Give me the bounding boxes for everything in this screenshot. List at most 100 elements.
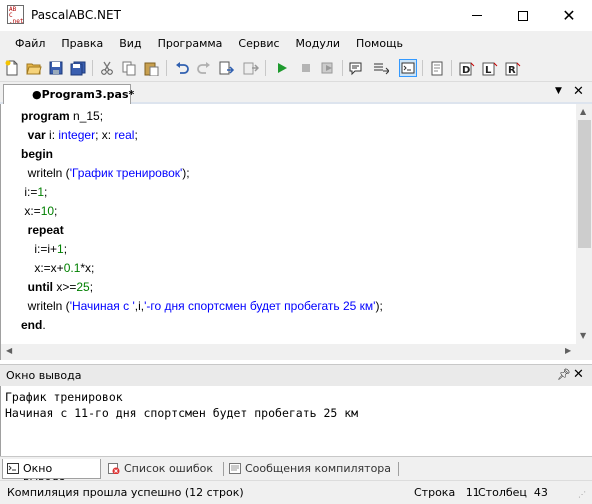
debug-button[interactable]: D — [458, 59, 476, 77]
code-line[interactable]: writeln ('Начиная с ',i,'-го дня спортсм… — [21, 297, 383, 316]
scroll-up-arrow-icon[interactable]: ▲ — [580, 107, 586, 116]
column-label: Столбец — [478, 486, 527, 499]
menu-program[interactable]: Программа — [150, 37, 231, 50]
code-line[interactable]: x:=x+0.1*x; — [21, 259, 383, 278]
step-over-icon — [243, 62, 259, 74]
output-window-toggle[interactable] — [399, 59, 417, 77]
editor-vertical-scrollbar[interactable]: ▲ ▼ — [576, 104, 592, 344]
tab-separator — [223, 462, 224, 476]
step-over-button[interactable] — [242, 59, 260, 77]
svg-text:R: R — [508, 65, 516, 76]
compiler-messages-icon — [229, 463, 241, 474]
output-panel[interactable]: График тренировок Начиная с 11-го дня сп… — [0, 386, 592, 456]
menu-help[interactable]: Помощь — [348, 37, 411, 50]
redo-button[interactable] — [195, 59, 213, 77]
cut-icon — [101, 61, 113, 75]
save-all-button[interactable] — [69, 59, 87, 77]
tab-compiler-messages[interactable]: Сообщения компилятора — [225, 459, 397, 479]
code-token: ; — [44, 185, 48, 199]
toolbar-separator — [422, 60, 423, 76]
debug-run-button[interactable] — [319, 59, 337, 77]
output-window-icon — [7, 463, 19, 474]
new-file-button[interactable] — [3, 59, 21, 77]
code-token: i:=i+ — [21, 242, 58, 256]
output-line: График тренировок — [5, 390, 123, 404]
tab-list-dropdown-icon[interactable]: ▼ — [555, 86, 562, 96]
step-in-icon — [219, 61, 235, 74]
code-line[interactable]: begin — [21, 145, 383, 164]
scroll-thumb[interactable] — [578, 120, 591, 248]
code-line[interactable]: repeat — [21, 221, 383, 240]
load-button[interactable]: L — [481, 59, 499, 77]
error-list-icon — [108, 463, 120, 474]
copy-button[interactable] — [120, 59, 138, 77]
svg-text:D: D — [462, 65, 470, 76]
watch-button[interactable] — [348, 59, 366, 77]
refresh-button[interactable]: R — [504, 59, 522, 77]
locals-button[interactable] — [372, 59, 390, 77]
cursor-column: Столбец 43 — [478, 486, 548, 499]
code-token: *x; — [80, 261, 95, 275]
menu-file[interactable]: Файл — [7, 37, 53, 50]
tab-output-window[interactable]: Окно вывода — [2, 459, 101, 488]
step-in-button[interactable] — [218, 59, 236, 77]
code-token: ); — [182, 166, 190, 180]
document-tab-strip: ●Program3.pas* ▼ ✕ — [0, 82, 592, 105]
code-token: x:=x+ — [21, 261, 64, 275]
run-button[interactable] — [273, 59, 291, 77]
close-output-panel-icon[interactable]: ✕ — [573, 367, 584, 382]
code-editor[interactable]: program n_15; var i: integer; x: real; be… — [0, 104, 592, 360]
close-icon: ✕ — [562, 5, 576, 25]
pascalabc-app-icon: AB C .net — [7, 5, 24, 25]
close-tab-icon[interactable]: ✕ — [573, 84, 584, 99]
paste-icon — [144, 62, 158, 76]
code-line[interactable]: end. — [21, 316, 383, 335]
code-line[interactable]: program n_15; — [21, 107, 383, 126]
code-area[interactable]: program n_15; var i: integer; x: real; be… — [21, 107, 383, 335]
menu-edit[interactable]: Правка — [53, 37, 111, 50]
redo-icon — [197, 62, 210, 74]
code-line[interactable]: x:=10; — [21, 202, 383, 221]
refresh-icon: R — [505, 62, 521, 76]
code-line[interactable]: i:=i+1; — [21, 240, 383, 259]
save-button[interactable] — [47, 59, 65, 77]
close-window-button[interactable]: ✕ — [546, 0, 592, 31]
resize-grip-icon[interactable]: ⋰ — [578, 490, 586, 499]
editor-horizontal-scrollbar[interactable]: ◀ ▶ — [1, 344, 576, 360]
pin-icon[interactable]: 📌︎ — [557, 368, 571, 381]
code-token: ; — [54, 204, 58, 218]
menu-view[interactable]: Вид — [111, 37, 149, 50]
tab-error-list[interactable]: Список ошибок — [104, 459, 222, 479]
code-token: writeln ( — [21, 299, 70, 313]
watch-icon — [349, 62, 362, 75]
menu-modules[interactable]: Модули — [288, 37, 349, 50]
toolbar-separator — [166, 60, 167, 76]
toolbar-separator — [265, 60, 266, 76]
form-designer-button[interactable] — [428, 59, 446, 77]
menu-bar: Файл Правка Вид Программа Сервис Модули … — [0, 31, 592, 55]
undo-button[interactable] — [173, 59, 191, 77]
code-line[interactable]: i:=1; — [21, 183, 383, 202]
code-line[interactable]: writeln ('График тренировок'); — [21, 164, 383, 183]
code-line[interactable]: var i: integer; x: real; — [21, 126, 383, 145]
scroll-down-arrow-icon[interactable]: ▼ — [580, 331, 586, 340]
maximize-button[interactable] — [500, 0, 546, 31]
form-designer-icon — [431, 61, 443, 75]
code-token: end — [21, 318, 43, 332]
stop-button[interactable] — [297, 59, 315, 77]
paste-button[interactable] — [142, 59, 160, 77]
code-token: i: — [45, 128, 59, 142]
menu-service[interactable]: Сервис — [230, 37, 287, 50]
open-button[interactable] — [25, 59, 43, 77]
tab-program3[interactable]: ●Program3.pas* — [3, 84, 134, 105]
minimize-button[interactable] — [454, 0, 500, 31]
cut-button[interactable] — [98, 59, 116, 77]
scroll-left-arrow-icon[interactable]: ◀ — [6, 346, 12, 355]
code-token: ; — [89, 280, 94, 294]
scroll-right-arrow-icon[interactable]: ▶ — [565, 346, 571, 355]
code-token: 1 — [57, 242, 64, 256]
toolbar-separator — [92, 60, 93, 76]
code-line[interactable]: until x>=25; — [21, 278, 383, 297]
code-token: ); — [375, 299, 383, 313]
